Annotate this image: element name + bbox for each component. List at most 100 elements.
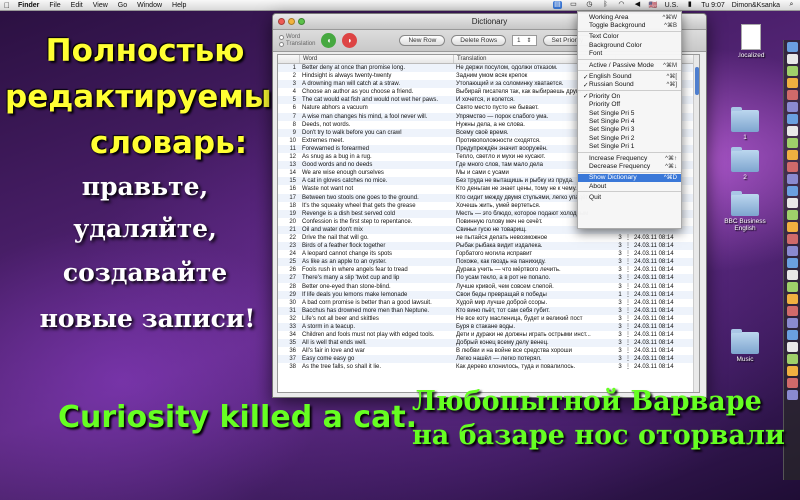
apple-menu-icon[interactable]:  [4, 1, 10, 10]
row-frequency[interactable]: ⋮ [624, 274, 632, 282]
row-date[interactable]: 24.03.11 08:14 [632, 331, 692, 339]
row-index[interactable]: 27 [278, 274, 300, 282]
table-row[interactable]: 28 Better one-eyed than stone-blind. Лучше… [278, 283, 699, 291]
dock-app-icon[interactable] [787, 258, 798, 268]
menubar-user[interactable]: Dimon&Ksanka [732, 2, 780, 9]
menu-edit[interactable]: Edit [71, 2, 83, 9]
row-index[interactable]: 12 [278, 153, 300, 161]
table-row[interactable]: 22 Drive the nail that will go. не пытайся… [278, 234, 699, 242]
row-frequency[interactable]: ⋮ [624, 242, 632, 250]
table-row[interactable]: 36 All's fair in love and war В любви и на… [278, 347, 699, 355]
row-priority[interactable]: 3 [616, 250, 624, 258]
row-date[interactable]: 24.03.11 08:14 [632, 315, 692, 323]
row-translation[interactable]: не пытайся делать невозможное [454, 234, 616, 242]
input-source-label[interactable]: U.S. [665, 2, 679, 9]
row-word[interactable]: Extremes meet. [300, 137, 454, 145]
dock-app-icon[interactable] [787, 78, 798, 88]
row-date[interactable]: 24.03.11 08:14 [632, 299, 692, 307]
row-priority[interactable]: 3 [616, 363, 624, 371]
row-priority[interactable]: 3 [616, 347, 624, 355]
row-index[interactable]: 30 [278, 299, 300, 307]
dock-app-icon[interactable] [787, 342, 798, 352]
row-word[interactable]: Nature abhors a vacuum [300, 104, 454, 112]
dock-app-icon[interactable] [787, 90, 798, 100]
row-index[interactable]: 28 [278, 283, 300, 291]
speak-russian-button[interactable]: ◗ [342, 33, 358, 48]
row-index[interactable]: 4 [278, 88, 300, 96]
row-index[interactable]: 8 [278, 121, 300, 129]
menu-item-font[interactable]: Font [578, 50, 681, 58]
row-index[interactable]: 25 [278, 258, 300, 266]
menu-item-increase-frequency[interactable]: Increase Frequency ^⌘↑ [578, 154, 681, 162]
row-translation[interactable]: Горбатого могила исправит [454, 250, 616, 258]
dock-app-icon[interactable] [787, 42, 798, 52]
dock-app-icon[interactable] [787, 186, 798, 196]
row-frequency[interactable]: ⋮ [624, 307, 632, 315]
row-word[interactable]: All is well that ends well. [300, 339, 454, 347]
row-index[interactable]: 9 [278, 129, 300, 137]
table-row[interactable]: 32 Life's not all beer and skittles Не все… [278, 315, 699, 323]
table-row[interactable]: 35 All is well that ends well. Добрый коне… [278, 339, 699, 348]
dock-app-icon[interactable] [787, 282, 798, 292]
dock-app-icon[interactable] [787, 162, 798, 172]
row-translation[interactable]: Легко нашёл — легко потерял. [454, 355, 616, 363]
row-index[interactable]: 16 [278, 185, 300, 193]
radio-word-dot[interactable] [279, 34, 284, 40]
row-index[interactable]: 33 [278, 323, 300, 331]
menu-item-background-color[interactable]: Background Color [578, 41, 681, 49]
dock-app-icon[interactable] [787, 54, 798, 64]
dock-app-icon[interactable] [787, 246, 798, 256]
dock-app-icon[interactable] [787, 138, 798, 148]
menu-view[interactable]: View [93, 2, 108, 9]
wifi-icon[interactable]: ◠ [617, 1, 626, 9]
dock-app-icon[interactable] [787, 66, 798, 76]
row-translation[interactable]: По усам текло, а в рот не попало. [454, 274, 616, 282]
row-word[interactable]: As the tree falls, so shall it lie. [300, 363, 454, 371]
dock-app-icon[interactable] [787, 114, 798, 124]
row-index[interactable]: 14 [278, 169, 300, 177]
desktop-item-localized[interactable]: .localized [720, 24, 782, 59]
row-date[interactable]: 24.03.11 08:14 [632, 266, 692, 274]
row-priority[interactable]: 3 [616, 315, 624, 323]
dock-app-icon[interactable] [787, 306, 798, 316]
menu-window[interactable]: Window [137, 2, 162, 9]
row-word[interactable]: It's the squeaky wheel that gets the gre… [300, 202, 454, 210]
dock-app-icon[interactable] [787, 126, 798, 136]
row-frequency[interactable]: ⋮ [624, 258, 632, 266]
row-word[interactable]: Children and fools must not play with ed… [300, 331, 454, 339]
new-row-button[interactable]: New Row [399, 35, 446, 46]
desktop-item-bbc[interactable]: BBC Business English [714, 191, 776, 232]
dock-app-icon[interactable] [787, 174, 798, 184]
row-word[interactable]: Bacchus has drowned more men than Neptun… [300, 307, 454, 315]
radio-translation-dot[interactable] [279, 41, 284, 47]
row-frequency[interactable]: ⋮ [624, 339, 632, 347]
row-word[interactable]: Easy come easy go [300, 355, 454, 363]
row-word[interactable]: As like as an apple to an oyster. [300, 258, 454, 266]
row-frequency[interactable]: ⋮ [624, 331, 632, 339]
menu-go[interactable]: Go [118, 2, 127, 9]
row-priority[interactable]: 1 [616, 291, 624, 299]
row-index[interactable]: 18 [278, 202, 300, 210]
row-date[interactable]: 24.03.11 08:14 [632, 323, 692, 331]
timemachine-icon[interactable]: ◷ [585, 1, 594, 9]
menu-item-priority-on[interactable]: ✓ Priority On [578, 92, 681, 101]
row-word[interactable]: Drive the nail that will go. [300, 234, 454, 242]
radio-word[interactable]: Word [279, 34, 315, 40]
row-frequency[interactable]: ⋮ [624, 355, 632, 363]
row-translation[interactable]: Как дерево клонилось, туда и повалилось. [454, 363, 616, 371]
row-index[interactable]: 31 [278, 307, 300, 315]
row-priority[interactable]: 3 [616, 299, 624, 307]
menu-item-english-sound[interactable]: ✓ English Sound ^⌘[ [578, 72, 681, 81]
desktop-item-music[interactable]: Music [714, 329, 776, 363]
row-index[interactable]: 15 [278, 177, 300, 185]
row-date[interactable]: 24.03.11 08:14 [632, 307, 692, 315]
row-word[interactable]: A leopard cannot change its spots [300, 250, 454, 258]
row-priority[interactable]: 3 [616, 266, 624, 274]
row-index[interactable]: 21 [278, 226, 300, 234]
speak-english-button[interactable]: ◖ [321, 33, 337, 48]
bluetooth-icon[interactable]: ᛒ [601, 1, 610, 9]
row-priority[interactable]: 3 [616, 242, 624, 250]
menubar-clock[interactable]: Tu 9:07 [701, 2, 724, 9]
table-row[interactable]: 23 Birds of a feather flock together Рыбак… [278, 242, 699, 251]
dock-app-icon[interactable] [787, 390, 798, 400]
